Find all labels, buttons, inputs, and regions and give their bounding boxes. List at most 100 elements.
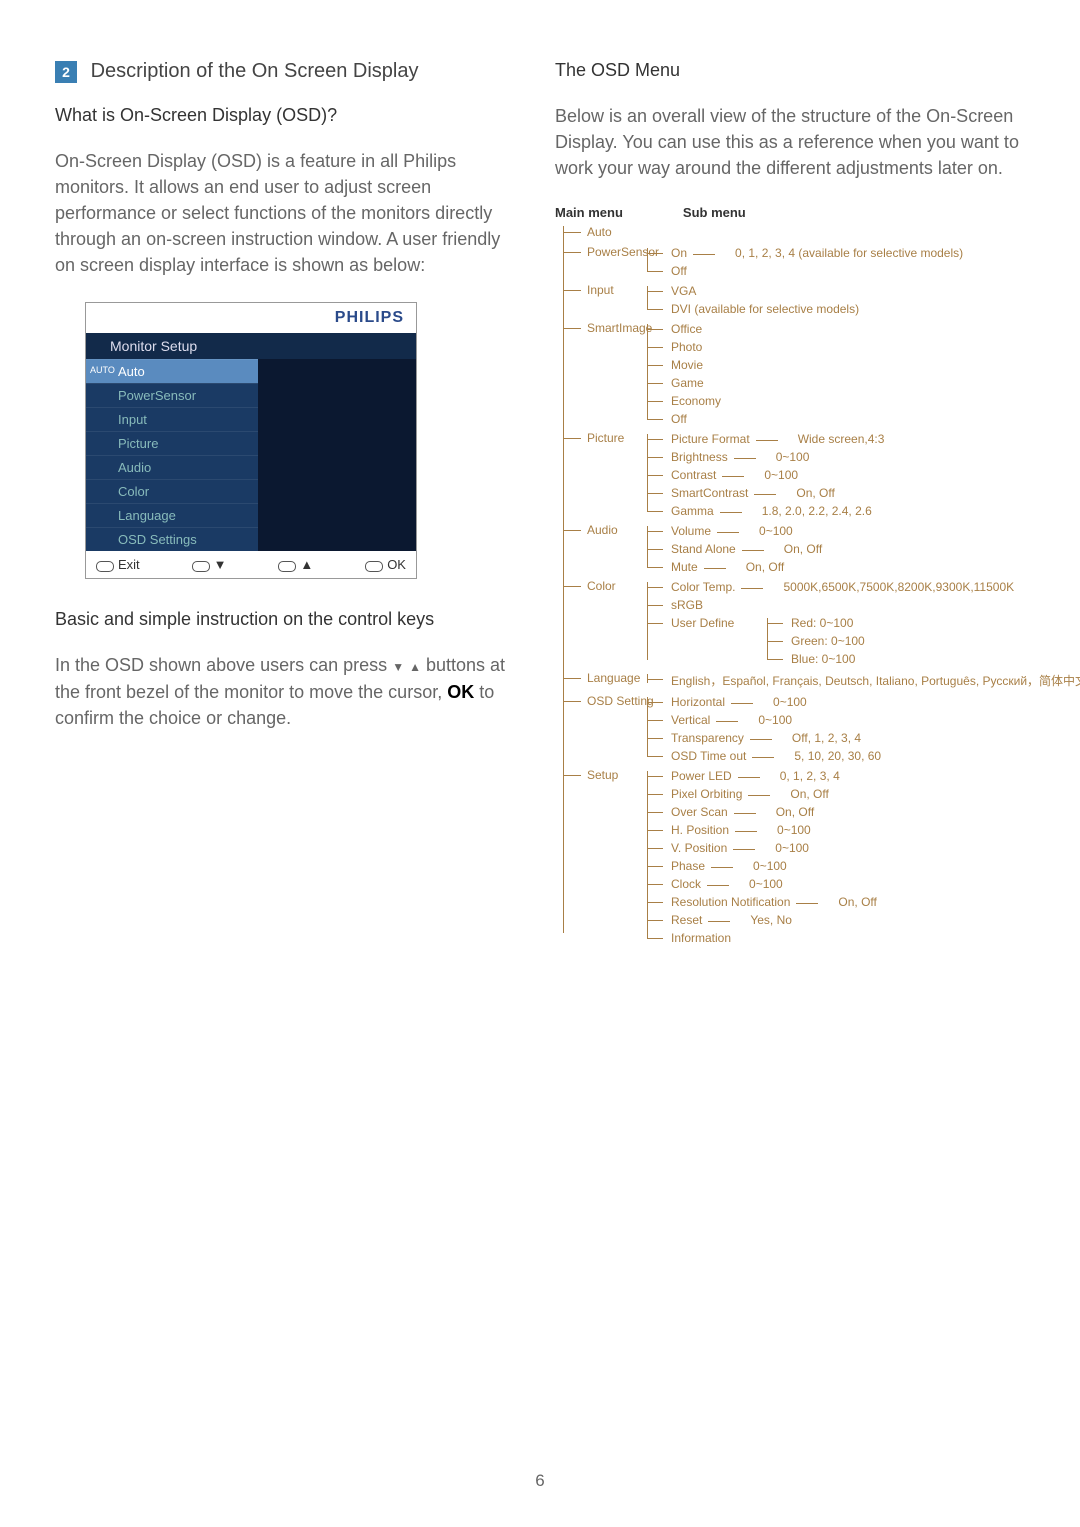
sub-menu-item: sRGB (655, 596, 1025, 614)
right-column: The OSD Menu Below is an overall view of… (555, 60, 1025, 947)
osd-menu-list: AutoPowerSensorInputPictureAudioColorLan… (86, 359, 258, 551)
sub-menu-item: Economy (655, 392, 1025, 410)
sub-menu-item: English，Español, Français, Deutsch, Ital… (655, 670, 1025, 691)
sub-menu-item: Vertical0~100 (655, 711, 1025, 729)
osd-menu-tree: Main menu Sub menu AutoPowerSensorOn0, 1… (555, 205, 1025, 947)
nested-item: Green: 0~100 (775, 632, 1025, 650)
sub-menu-item: Picture FormatWide screen,4:3 (655, 430, 1025, 448)
sub-menu-item: V. Position0~100 (655, 839, 1025, 857)
sub-menu-item: Clock0~100 (655, 875, 1025, 893)
sub-menu-values: 0~100 (775, 841, 809, 855)
osd-menu-paragraph: Below is an overall view of the structur… (555, 103, 1025, 181)
osd-menu-item[interactable]: Color (86, 479, 258, 503)
main-menu-item: Auto (569, 222, 1025, 242)
sub-menu-group: VGADVI (available for selective models) (655, 282, 1025, 318)
osd-menu-item[interactable]: PowerSensor (86, 383, 258, 407)
sub-menu-item: Brightness0~100 (655, 448, 1025, 466)
sub-menu-values: 0~100 (758, 713, 792, 727)
sub-menu-values: 0~100 (776, 450, 810, 464)
sub-menu-group: Color Temp.5000K,6500K,7500K,8200K,9300K… (655, 578, 1025, 668)
osd-menu-item[interactable]: OSD Settings (86, 527, 258, 551)
osd-menu-item[interactable]: Input (86, 407, 258, 431)
left-column: 2 Description of the On Screen Display W… (55, 60, 525, 947)
sub-menu-item: Horizontal0~100 (655, 693, 1025, 711)
osd-preview-panel: PHILIPS Monitor Setup AutoPowerSensorInp… (85, 302, 417, 579)
sub-menu-item: OSD Time out5, 10, 20, 30, 60 (655, 747, 1025, 765)
sub-menu-item: SmartContrastOn, Off (655, 484, 1025, 502)
sub-menu-item: Information (655, 929, 1025, 947)
sub-menu-values: 0, 1, 2, 3, 4 (available for selective m… (735, 246, 963, 260)
sub-menu-item: Off (655, 410, 1025, 428)
osd-ok-button[interactable]: OK (365, 557, 406, 572)
sub-menu-values: 0~100 (759, 524, 793, 538)
page-number: 6 (0, 1471, 1080, 1491)
sub-menu-group: English，Español, Français, Deutsch, Ital… (655, 670, 1025, 691)
sub-menu-item: VGA (655, 282, 1025, 300)
sub-menu-values: Wide screen,4:3 (798, 432, 885, 446)
osd-menu-item[interactable]: Picture (86, 431, 258, 455)
sub-menu-group: On0, 1, 2, 3, 4 (available for selective… (655, 244, 1025, 280)
osd-footer: Exit ▼ ▲ OK (86, 551, 416, 578)
section-title: Description of the On Screen Display (91, 60, 419, 82)
sub-menu-values: 0~100 (749, 877, 783, 891)
sub-menu-item: Gamma1.8, 2.0, 2.2, 2.4, 2.6 (655, 502, 1025, 520)
triangle-down-icon: ▼ (392, 660, 404, 674)
triangle-up-icon: ▲ (409, 660, 421, 674)
sub-menu-values: 0~100 (773, 695, 807, 709)
sub-menu-item: Contrast0~100 (655, 466, 1025, 484)
sub-menu-item: Power LED0, 1, 2, 3, 4 (655, 767, 1025, 785)
osd-menu-right-pane (258, 359, 416, 551)
osd-menu-heading: The OSD Menu (555, 60, 1025, 81)
sub-menu-values: 0~100 (764, 468, 798, 482)
sub-menu-item: ResetYes, No (655, 911, 1025, 929)
sub-menu-item: Volume0~100 (655, 522, 1025, 540)
sub-menu-item: Pixel OrbitingOn, Off (655, 785, 1025, 803)
sub-menu-values: On, Off (776, 805, 814, 819)
sub-menu-group: Power LED0, 1, 2, 3, 4Pixel OrbitingOn, … (655, 767, 1025, 947)
sub-menu-values: 0, 1, 2, 3, 4 (780, 769, 840, 783)
instr-ok-label: OK (447, 682, 474, 702)
sub-menu-item: Photo (655, 338, 1025, 356)
osd-description-paragraph: On-Screen Display (OSD) is a feature in … (55, 148, 525, 278)
osd-menu-item[interactable]: Language (86, 503, 258, 527)
sub-menu-item: Off (655, 262, 1025, 280)
what-is-osd-heading: What is On-Screen Display (OSD)? (55, 105, 525, 126)
sub-menu-item: TransparencyOff, 1, 2, 3, 4 (655, 729, 1025, 747)
sub-menu-values: 0~100 (777, 823, 811, 837)
osd-down-button[interactable]: ▼ (192, 557, 227, 572)
sub-menu-values: On, Off (746, 560, 784, 574)
sub-menu-values: 5000K,6500K,7500K,8200K,9300K,11500K (783, 580, 1014, 594)
osd-exit-button[interactable]: Exit (96, 557, 140, 572)
osd-up-button[interactable]: ▲ (278, 557, 313, 572)
osd-brand: PHILIPS (86, 303, 416, 333)
sub-menu-item: DVI (available for selective models) (655, 300, 1025, 318)
section-number: 2 (55, 61, 77, 83)
sub-menu-item: Game (655, 374, 1025, 392)
sub-menu-item: MuteOn, Off (655, 558, 1025, 576)
nested-group: Red: 0~100Green: 0~100Blue: 0~100 (775, 614, 1025, 668)
sub-menu-item: Movie (655, 356, 1025, 374)
sub-menu-item: H. Position0~100 (655, 821, 1025, 839)
sub-menu-group: Volume0~100Stand AloneOn, OffMuteOn, Off (655, 522, 1025, 576)
osd-menu-item[interactable]: Auto (86, 359, 258, 383)
sub-menu-values: On, Off (796, 486, 834, 500)
osd-menu-item[interactable]: Audio (86, 455, 258, 479)
sub-menu-item: On0, 1, 2, 3, 4 (available for selective… (655, 244, 1025, 262)
instr-text-a: In the OSD shown above users can press (55, 655, 392, 675)
nested-item: Red: 0~100 (775, 614, 1025, 632)
sub-menu-item: Phase0~100 (655, 857, 1025, 875)
sub-menu-values: On, Off (838, 895, 876, 909)
sub-menu-values: On, Off (790, 787, 828, 801)
sub-menu-item: Office (655, 320, 1025, 338)
sub-menu-values: Off, 1, 2, 3, 4 (792, 731, 861, 745)
sub-menu-values: Yes, No (750, 913, 792, 927)
instruction-paragraph: In the OSD shown above users can press ▼… (55, 652, 525, 730)
sub-menu-values: 1.8, 2.0, 2.2, 2.4, 2.6 (762, 504, 872, 518)
sub-menu-item: Stand AloneOn, Off (655, 540, 1025, 558)
sub-menu-group: Horizontal0~100Vertical0~100Transparency… (655, 693, 1025, 765)
sub-menu-item: Over ScanOn, Off (655, 803, 1025, 821)
main-menu-header: Main menu (555, 205, 623, 220)
sub-menu-group: OfficePhotoMovieGameEconomyOff (655, 320, 1025, 428)
osd-window-title: Monitor Setup (86, 333, 416, 359)
sub-menu-values: 0~100 (753, 859, 787, 873)
